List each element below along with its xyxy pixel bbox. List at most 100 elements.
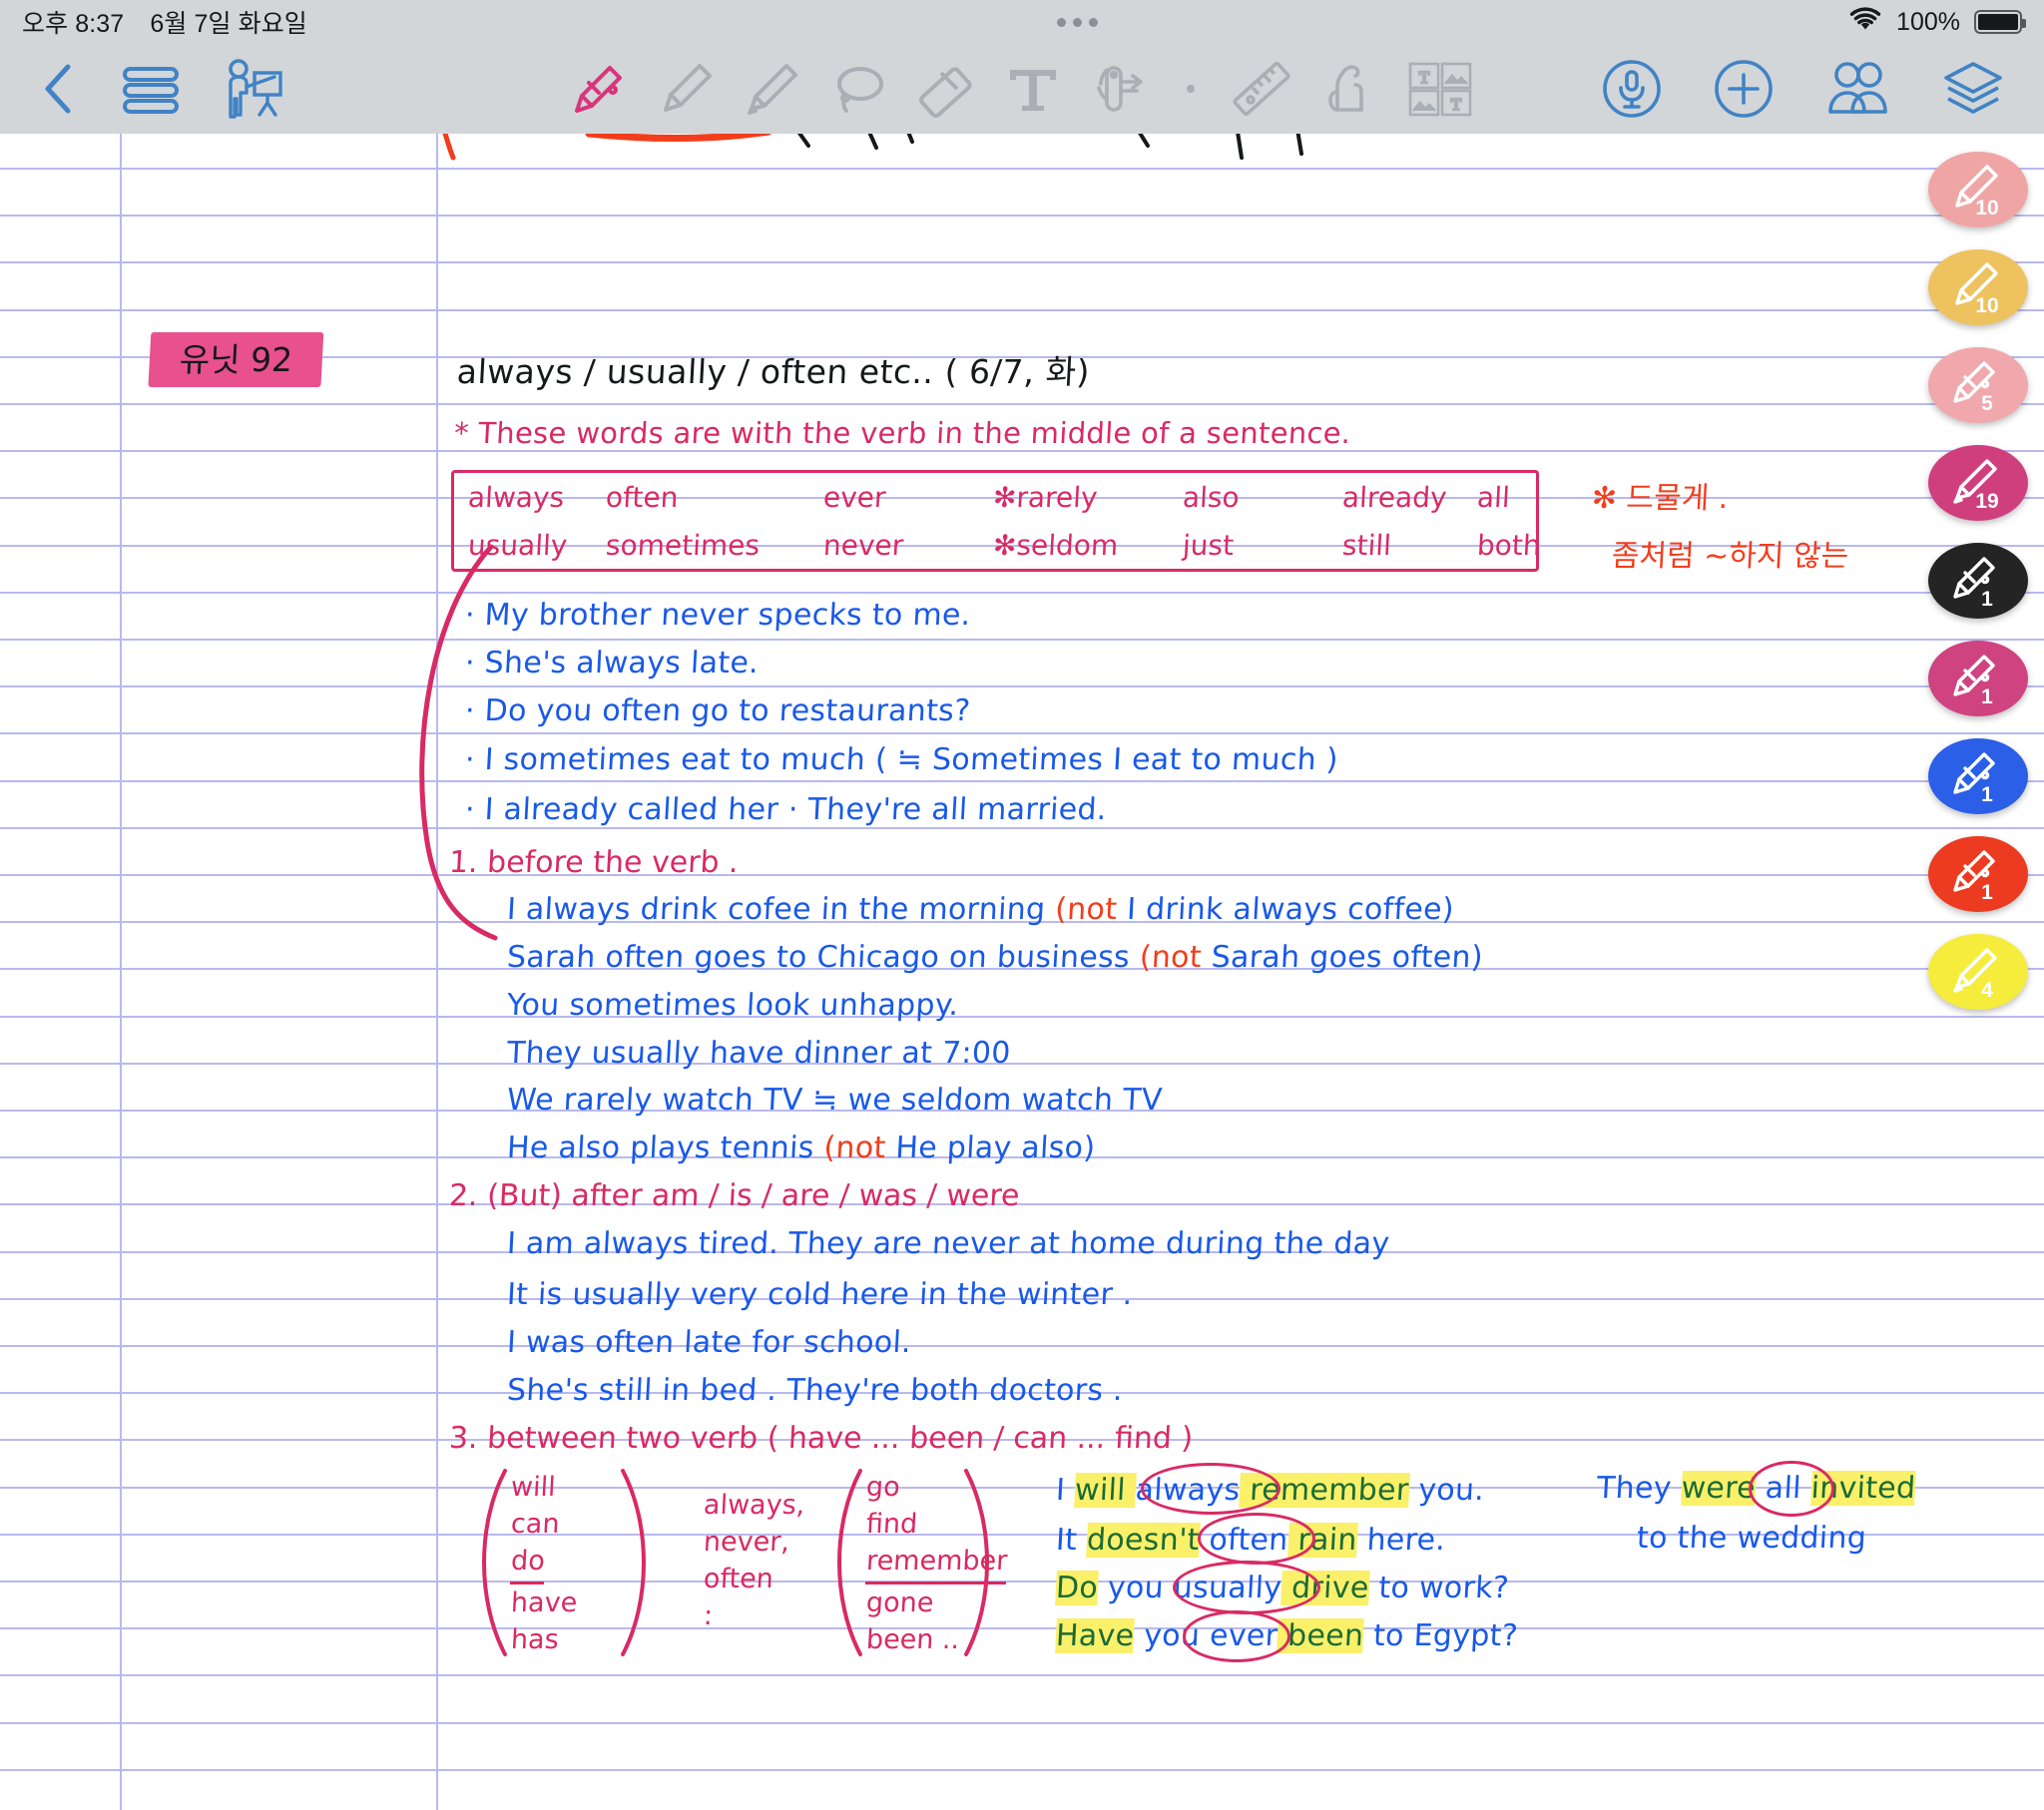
group3-right-paren: [960, 1467, 1002, 1663]
status-date: 6월 7일 화요일: [150, 10, 307, 38]
verb-group-auxiliaries-item: will: [510, 1472, 557, 1503]
pen-swatch-3[interactable]: 5: [1928, 347, 2028, 423]
right-sentence-line-2: to the wedding: [1636, 1521, 1868, 1556]
pen-swatch-7[interactable]: 1: [1928, 738, 2028, 814]
svg-text:19: 19: [1975, 490, 1998, 513]
ruled-line: [0, 450, 2044, 453]
layers-button[interactable]: [1940, 58, 2006, 120]
eraser-tool[interactable]: [915, 58, 977, 120]
more-dots-icon[interactable]: [1057, 17, 1099, 27]
toolbar-tools-group: TT: [568, 58, 1476, 120]
ruled-line: [0, 308, 2044, 311]
adverb-circle-annotation: [1141, 1463, 1280, 1515]
word-box-item: never: [822, 528, 905, 562]
pen-swatch-5[interactable]: 1: [1928, 543, 2028, 619]
word-box-item: ✻rarely: [992, 480, 1099, 514]
note-canvas[interactable]: 10 10 5 19 1 1 1 1 4 유닛 92 always / usual…: [0, 134, 2044, 1810]
ruled-line: [0, 779, 2044, 782]
ruled-line: [0, 732, 2044, 735]
lasso-tool[interactable]: [828, 58, 890, 120]
add-button[interactable]: [1713, 58, 1775, 120]
menu-button[interactable]: [120, 61, 182, 117]
highlighted-word: were: [1680, 1471, 1757, 1506]
pen-swatch-6[interactable]: 1: [1928, 641, 2028, 716]
status-bar-center: [307, 17, 1848, 27]
section1-line-main: I always drink cofee in the morning: [506, 892, 1047, 927]
share-button[interactable]: [1824, 58, 1890, 120]
group1-right-paren: [617, 1467, 659, 1663]
battery-percent: 100%: [1896, 7, 1960, 36]
word-box-item: ✻seldom: [992, 528, 1120, 562]
adverb-group-middle-item: often: [703, 1564, 774, 1594]
ruler-tool[interactable]: [1231, 58, 1292, 120]
unit-tag: 유닛 92: [148, 332, 324, 387]
section1-example: You sometimes look unhappy.: [506, 988, 959, 1023]
section2-example: It is usually very cold here in the wint…: [506, 1277, 1134, 1312]
ruled-line: [0, 215, 2044, 218]
verb-group-auxiliaries-item: do: [509, 1543, 546, 1584]
section2-example: She's still in bed . They're both doctor…: [506, 1373, 1124, 1408]
verb-group-auxiliaries-item: can: [510, 1509, 561, 1540]
pen-swatch-4[interactable]: 19: [1928, 445, 2028, 521]
record-audio-button[interactable]: [1601, 58, 1663, 120]
group1-left-paren: [471, 1467, 513, 1663]
pen-swatch-9[interactable]: 4: [1928, 934, 2028, 1010]
presentation-button[interactable]: [222, 59, 283, 119]
section1-line-negation-rest: I drink always coffee): [1126, 892, 1455, 927]
sentence-word: I: [1055, 1473, 1076, 1508]
status-bar-left: 오후 8:37 6월 7일 화요일: [22, 4, 307, 40]
example-sentence: · My brother never specks to me.: [464, 598, 972, 633]
pen-swatch-8[interactable]: 1: [1928, 836, 2028, 912]
shapes-tool[interactable]: [1089, 58, 1151, 120]
word-box-item: all: [1476, 480, 1511, 514]
toolbar: TT: [0, 44, 2044, 134]
fountain-pen-tool[interactable]: [568, 58, 630, 120]
pen-swatch-1[interactable]: 10: [1928, 152, 2028, 227]
svg-text:1: 1: [1981, 783, 1993, 806]
svg-text:1: 1: [1981, 588, 1993, 611]
margin-line: [436, 134, 438, 1810]
word-box-item: always: [467, 480, 566, 514]
verb-group-auxiliaries-item: has: [510, 1624, 560, 1655]
word-box-item: ever: [822, 480, 887, 514]
group3-left-paren: [826, 1467, 868, 1663]
adverb-word-box: always often ever ✻rarely also already all usua…: [451, 470, 1542, 572]
status-bar-right: 100%: [1848, 6, 2026, 38]
svg-text:1: 1: [1981, 685, 1993, 708]
margin-line: [120, 134, 122, 1810]
sentence-word: you: [1097, 1571, 1175, 1605]
highlighted-word: doesn't: [1086, 1523, 1201, 1558]
partial-ink-top: [439, 134, 1557, 167]
word-box-item: also: [1182, 480, 1241, 514]
highlighted-word: Do: [1055, 1571, 1099, 1605]
ruled-line: [0, 639, 2044, 641]
section1-heading: 1. before the verb .: [448, 845, 740, 880]
section1-line-negation-rest: He play also): [894, 1131, 1097, 1165]
ruled-line: [0, 1062, 2044, 1065]
adverb-circle-annotation: [1198, 1513, 1315, 1565]
hand-tool[interactable]: [1317, 58, 1379, 120]
battery-full-icon: [1974, 10, 2026, 34]
highlighter-tool[interactable]: [742, 58, 803, 120]
section1-line-main: You sometimes look unhappy.: [506, 988, 960, 1023]
back-button[interactable]: [40, 61, 80, 117]
pencil-tool[interactable]: [655, 58, 717, 120]
ruled-line: [0, 1674, 2044, 1677]
word-box-item: both: [1476, 528, 1542, 562]
ruled-line: [0, 168, 2044, 170]
word-box-item: sometimes: [605, 528, 761, 562]
media-tool[interactable]: TT: [1404, 58, 1476, 120]
adverb-group-middle: always, never, often:: [703, 1487, 805, 1634]
word-box-item: often: [605, 480, 680, 514]
section1-line-main: We rarely watch TV ≒ we seldom watch TV: [506, 1083, 1164, 1118]
ruled-line: [0, 1721, 2044, 1724]
text-tool[interactable]: [1002, 58, 1064, 120]
example-sentence: · I sometimes eat to much ( ≒ Sometimes …: [464, 742, 1339, 777]
adverb-circle-annotation: [1749, 1461, 1834, 1517]
pen-swatch-2[interactable]: 10: [1928, 249, 2028, 325]
word-box-row-2: usually sometimes never ✻seldom just still bot…: [454, 521, 1541, 569]
section1-example: They usually have dinner at 7:00: [506, 1036, 1011, 1071]
toolbar-right-group: [1601, 58, 2006, 120]
dot-tool[interactable]: [1176, 58, 1206, 120]
note-title: always / usually / often etc.. ( 6/7, 화): [455, 352, 1091, 391]
